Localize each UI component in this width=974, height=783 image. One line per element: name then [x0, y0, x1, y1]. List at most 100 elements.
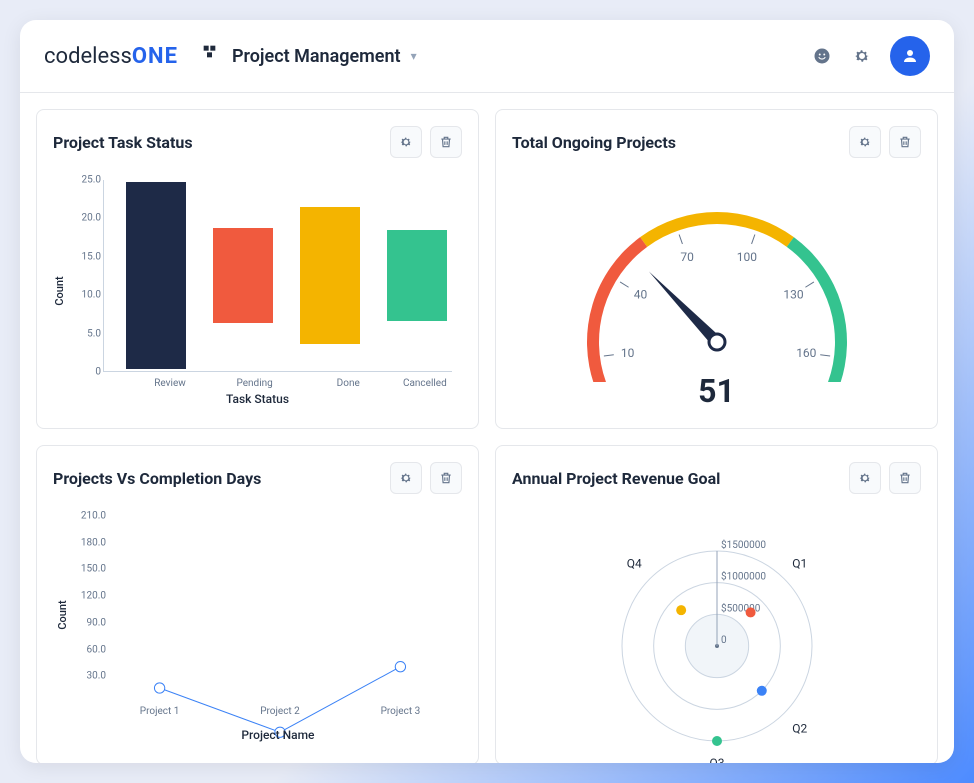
bar-group: Done [283, 180, 360, 371]
bar [126, 182, 186, 369]
card-actions [849, 462, 921, 494]
header-actions [810, 36, 930, 76]
bar [213, 228, 273, 324]
card-actions [390, 126, 462, 158]
bar-group: Review [109, 180, 186, 371]
emoji-icon[interactable] [810, 44, 834, 68]
y-tick: 60.0 [87, 644, 107, 655]
card-actions [390, 462, 462, 494]
brand-logo: codelessONE [44, 44, 178, 69]
gauge-chart: 104070100130160 51 [512, 170, 921, 412]
gauge-tick [679, 234, 682, 243]
bar-group: Pending [196, 180, 273, 371]
y-axis-label: Count [56, 600, 69, 629]
card-settings-button[interactable] [849, 126, 881, 158]
card-settings-button[interactable] [390, 126, 422, 158]
gauge-tick-label: 10 [620, 346, 634, 360]
polar-chart: 0$500000$1000000$1500000Q1Q2Q3Q4 [512, 506, 921, 763]
bar-category-label: Review [154, 378, 186, 389]
y-tick: 20.0 [82, 213, 102, 224]
bar-group: Cancelled [370, 180, 447, 371]
y-tick: 180.0 [81, 537, 106, 548]
y-tick: 90.0 [87, 617, 107, 628]
polar-point [745, 607, 755, 617]
gauge-tick-label: 160 [796, 346, 816, 360]
x-axis-label: Task Status [226, 392, 289, 406]
card-header: Projects Vs Completion Days [53, 462, 462, 494]
polar-category-label: Q2 [792, 722, 807, 736]
x-tick: Project 2 [260, 706, 300, 717]
gauge-tick [805, 282, 814, 287]
y-tick: 30.0 [87, 671, 107, 682]
polar-point [676, 605, 686, 615]
page-title: Project Management [232, 46, 401, 67]
polar-category-label: Q4 [626, 556, 641, 570]
app-switcher-icon [202, 44, 222, 68]
card-header: Project Task Status [53, 126, 462, 158]
bar-chart: Count05.010.015.020.025.0ReviewPendingDo… [53, 170, 462, 412]
card-title: Project Task Status [53, 133, 193, 152]
y-tick: 0 [95, 367, 101, 378]
bar-category-label: Done [337, 378, 360, 389]
card-actions [849, 126, 921, 158]
card-settings-button[interactable] [390, 462, 422, 494]
title-area[interactable]: Project Management ▾ [202, 44, 417, 68]
card-delete-button[interactable] [889, 462, 921, 494]
y-tick: 10.0 [82, 290, 102, 301]
bar [300, 207, 360, 345]
x-tick: Project 3 [381, 706, 421, 717]
settings-icon[interactable] [850, 44, 874, 68]
gauge-value: 51 [698, 372, 735, 410]
card-revenue-goal: Annual Project Revenue Goal 0$500000$100… [495, 445, 938, 763]
app-window: codelessONE Project Management ▾ Pr [20, 20, 954, 763]
card-completion-days: Projects Vs Completion Days Count 30.0 60.… [36, 445, 479, 763]
card-title: Total Ongoing Projects [512, 133, 676, 152]
brand-part1: codeless [44, 44, 132, 69]
gauge-tick-label: 100 [736, 250, 756, 264]
line-plot [108, 516, 452, 763]
gauge-tick [620, 282, 629, 287]
r-tick-label: 0 [721, 635, 727, 646]
x-axis-label: Project Name [241, 728, 314, 742]
gauge-segment [640, 212, 794, 247]
gauge-tick-label: 40 [633, 288, 647, 302]
card-task-status: Project Task Status Count05.010.015.020.… [36, 109, 479, 429]
line-point [154, 683, 164, 693]
y-tick: 210.0 [81, 511, 106, 522]
bar-category-label: Cancelled [403, 378, 447, 389]
card-delete-button[interactable] [430, 462, 462, 494]
polar-point [712, 736, 722, 746]
card-ongoing-projects: Total Ongoing Projects 104070100130160 5… [495, 109, 938, 429]
gauge-tick-label: 130 [783, 288, 803, 302]
gauge-segment [786, 237, 846, 382]
gauge-hub [709, 334, 725, 350]
y-tick: 25.0 [82, 175, 102, 186]
bar-plot: ReviewPendingDoneCancelled [103, 180, 452, 372]
polar-point [756, 686, 766, 696]
card-title: Annual Project Revenue Goal [512, 469, 720, 488]
card-title: Projects Vs Completion Days [53, 469, 261, 488]
r-tick-label: $1000000 [721, 570, 766, 583]
user-avatar[interactable] [890, 36, 930, 76]
line-point [395, 662, 405, 672]
x-tick: Project 1 [140, 706, 180, 717]
r-tick-label: $1500000 [721, 538, 766, 551]
y-tick: 120.0 [81, 591, 106, 602]
bar [387, 230, 447, 322]
brand-part2: ONE [132, 44, 178, 69]
y-tick: 15.0 [82, 251, 102, 262]
y-tick: 5.0 [87, 328, 101, 339]
line-chart: Count30.060.090.0120.0150.0180.0210.0Pro… [53, 506, 462, 748]
gauge-segment [587, 237, 647, 382]
chevron-down-icon: ▾ [411, 49, 417, 63]
card-delete-button[interactable] [430, 126, 462, 158]
card-delete-button[interactable] [889, 126, 921, 158]
polar-category-label: Q3 [709, 756, 724, 763]
gauge-tick [751, 234, 754, 243]
card-header: Annual Project Revenue Goal [512, 462, 921, 494]
card-header: Total Ongoing Projects [512, 126, 921, 158]
gauge-tick [820, 355, 830, 356]
card-settings-button[interactable] [849, 462, 881, 494]
polar-category-label: Q1 [792, 556, 807, 570]
gauge-needle [648, 272, 720, 347]
